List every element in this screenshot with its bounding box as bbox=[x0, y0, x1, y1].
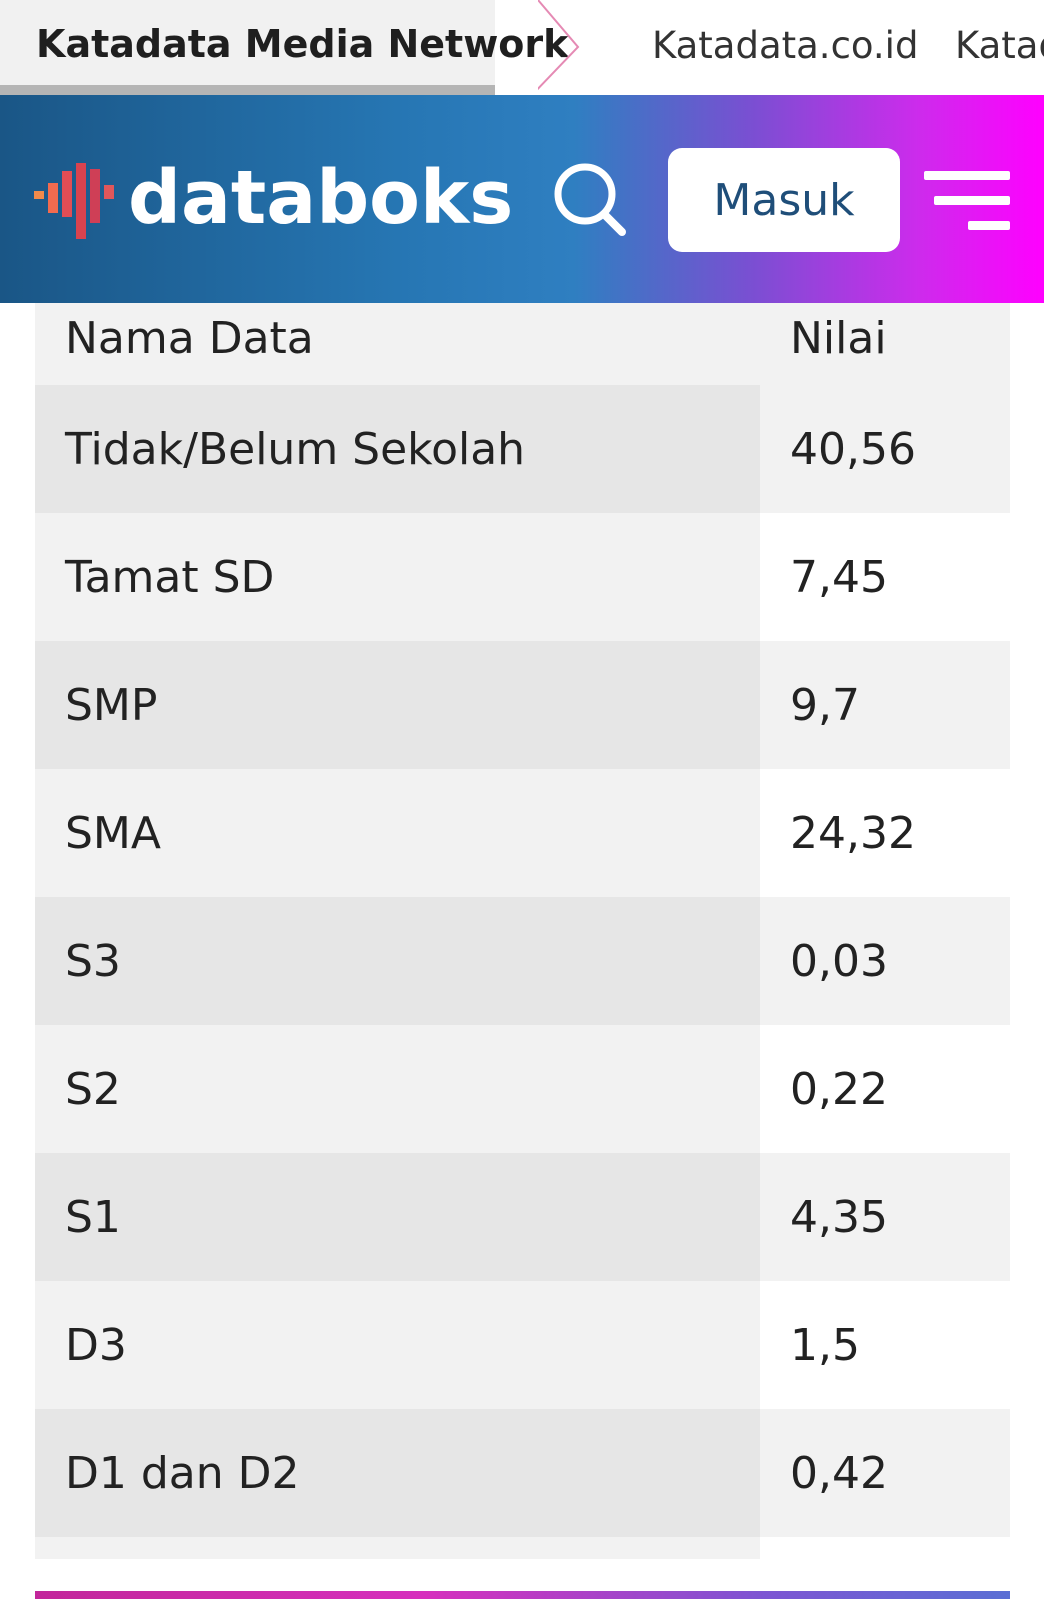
row-name: Tidak/Belum Sekolah bbox=[35, 385, 760, 513]
row-name: S2 bbox=[35, 1025, 760, 1153]
search-icon[interactable] bbox=[552, 161, 630, 239]
row-value: 4,35 bbox=[760, 1153, 1010, 1281]
network-link-katadata[interactable]: Katadata.co.id bbox=[652, 24, 918, 67]
site-logo[interactable]: databoks bbox=[34, 155, 513, 241]
table-row: Tidak/Belum Sekolah 40,56 bbox=[35, 385, 1010, 513]
row-value: 40,56 bbox=[760, 385, 1010, 513]
network-title: Katadata Media Network bbox=[36, 22, 569, 66]
databoks-logo-icon bbox=[34, 163, 114, 239]
table-row: SMA 24,32 bbox=[35, 769, 1010, 897]
row-name: SMA bbox=[35, 769, 760, 897]
row-name: S1 bbox=[35, 1153, 760, 1281]
table-row: Tamat SD 7,45 bbox=[35, 513, 1010, 641]
row-name: Tamat SD bbox=[35, 513, 760, 641]
table-row: S3 0,03 bbox=[35, 897, 1010, 1025]
row-value: 7,45 bbox=[760, 513, 1010, 641]
login-button[interactable]: Masuk bbox=[668, 148, 900, 252]
table-row: SMP 9,7 bbox=[35, 641, 1010, 769]
row-value: 9,7 bbox=[760, 641, 1010, 769]
site-header: databoks Masuk bbox=[0, 95, 1044, 303]
network-bar: Katadata Media Network Katadata.co.id Ka… bbox=[0, 0, 1044, 95]
network-link-katadata-2[interactable]: Katadata bbox=[955, 24, 1044, 67]
table-row: S2 0,22 bbox=[35, 1025, 1010, 1153]
row-name: D3 bbox=[35, 1281, 760, 1409]
bottom-accent-divider bbox=[35, 1591, 1010, 1599]
row-name: SMP bbox=[35, 641, 760, 769]
row-value: 1,5 bbox=[760, 1281, 1010, 1409]
data-table-container: Nama Data Nilai Tidak/Belum Sekolah 40,5… bbox=[35, 250, 1010, 1559]
chevron-right-icon bbox=[538, 0, 580, 91]
row-value: 0,42 bbox=[760, 1409, 1010, 1537]
row-value: 0,03 bbox=[760, 897, 1010, 1025]
table-row: D1 dan D2 0,42 bbox=[35, 1409, 1010, 1537]
row-value: 0,22 bbox=[760, 1025, 1010, 1153]
data-table: Nama Data Nilai Tidak/Belum Sekolah 40,5… bbox=[35, 250, 1010, 1537]
page: Katadata Media Network Katadata.co.id Ka… bbox=[0, 0, 1044, 1599]
table-row: S1 4,35 bbox=[35, 1153, 1010, 1281]
row-name: D1 dan D2 bbox=[35, 1409, 760, 1537]
network-tab-active[interactable]: Katadata Media Network bbox=[0, 0, 568, 95]
table-row: D3 1,5 bbox=[35, 1281, 1010, 1409]
row-value: 24,32 bbox=[760, 769, 1010, 897]
table-footer bbox=[35, 1537, 760, 1559]
logo-text: databoks bbox=[128, 155, 514, 241]
row-name: S3 bbox=[35, 897, 760, 1025]
menu-icon[interactable] bbox=[924, 171, 1010, 231]
